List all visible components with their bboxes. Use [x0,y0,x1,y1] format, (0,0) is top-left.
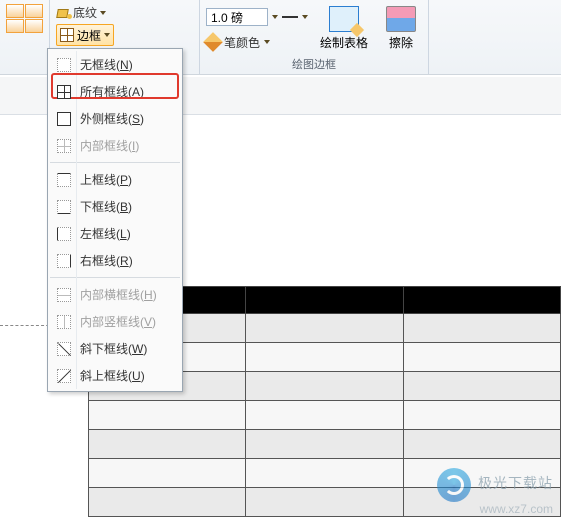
right-border-icon [56,253,72,269]
pen-color-label: 笔颜色 [224,34,260,51]
all-borders-icon [56,84,72,100]
menu-item-inside-borders[interactable]: 内部框线(I) [48,132,182,159]
watermark-brand: 极光下载站 [478,475,553,491]
draw-table-button[interactable]: 绘制表格 [314,4,374,53]
eraser-icon [386,6,416,32]
inside-vertical-icon [56,314,72,330]
menu-item-diagonal-up[interactable]: 斜上框线(U) [48,362,182,389]
chevron-down-icon [272,15,278,19]
group-label-drawborders: 绘图边框 [206,58,422,72]
diagonal-down-icon [56,341,72,357]
eraser-label: 擦除 [389,34,413,51]
bucket-icon [56,6,70,20]
shading-label: 底纹 [73,4,97,21]
menu-item-top-border[interactable]: 上框线(P) [48,166,182,193]
menu-item-diagonal-down[interactable]: 斜下框线(W) [48,335,182,362]
watermark-url: www.xz7.com [480,502,553,516]
line-weight-select[interactable]: 1.0 磅 [206,6,308,28]
eraser-button[interactable]: 擦除 [380,4,422,53]
watermark-logo-icon [437,468,471,502]
bottom-border-icon [56,199,72,215]
menu-item-inside-vertical[interactable]: 内部竖框线(V) [48,308,182,335]
line-weight-value: 1.0 磅 [211,9,243,26]
menu-item-bottom-border[interactable]: 下框线(B) [48,193,182,220]
menu-item-all-borders[interactable]: 所有框线(A) [48,78,182,105]
borders-dropdown-menu: 无框线(N) 所有框线(A) 外侧框线(S) 内部框线(I) 上框线(P) 下框… [47,48,183,392]
inside-borders-icon [56,138,72,154]
outside-borders-icon [56,111,72,127]
draw-table-label: 绘制表格 [320,34,368,51]
top-border-icon [56,172,72,188]
borders-split-button[interactable]: 边框 [56,24,114,46]
inside-horizontal-icon [56,287,72,303]
border-label: 边框 [77,27,101,44]
pen-icon [203,32,223,52]
menu-item-no-border[interactable]: 无框线(N) [48,51,182,78]
draw-table-icon [329,6,359,32]
chevron-down-icon [100,11,106,15]
shading-dropdown[interactable]: 底纹 [56,4,106,21]
table-style-swatches[interactable] [6,4,43,33]
menu-item-right-border[interactable]: 右框线(R) [48,247,182,274]
chevron-down-icon [302,15,308,19]
menu-item-inside-horizontal[interactable]: 内部横框线(H) [48,281,182,308]
no-border-icon [56,57,72,73]
menu-item-left-border[interactable]: 左框线(L) [48,220,182,247]
menu-item-outside-borders[interactable]: 外侧框线(S) [48,105,182,132]
chevron-down-icon [104,33,110,37]
grid-icon [60,28,74,42]
watermark: 极光下载站 www.xz7.com [437,468,553,516]
diagonal-up-icon [56,368,72,384]
pen-color-select[interactable]: 笔颜色 [206,31,308,53]
left-border-icon [56,226,72,242]
chevron-down-icon [264,40,270,44]
